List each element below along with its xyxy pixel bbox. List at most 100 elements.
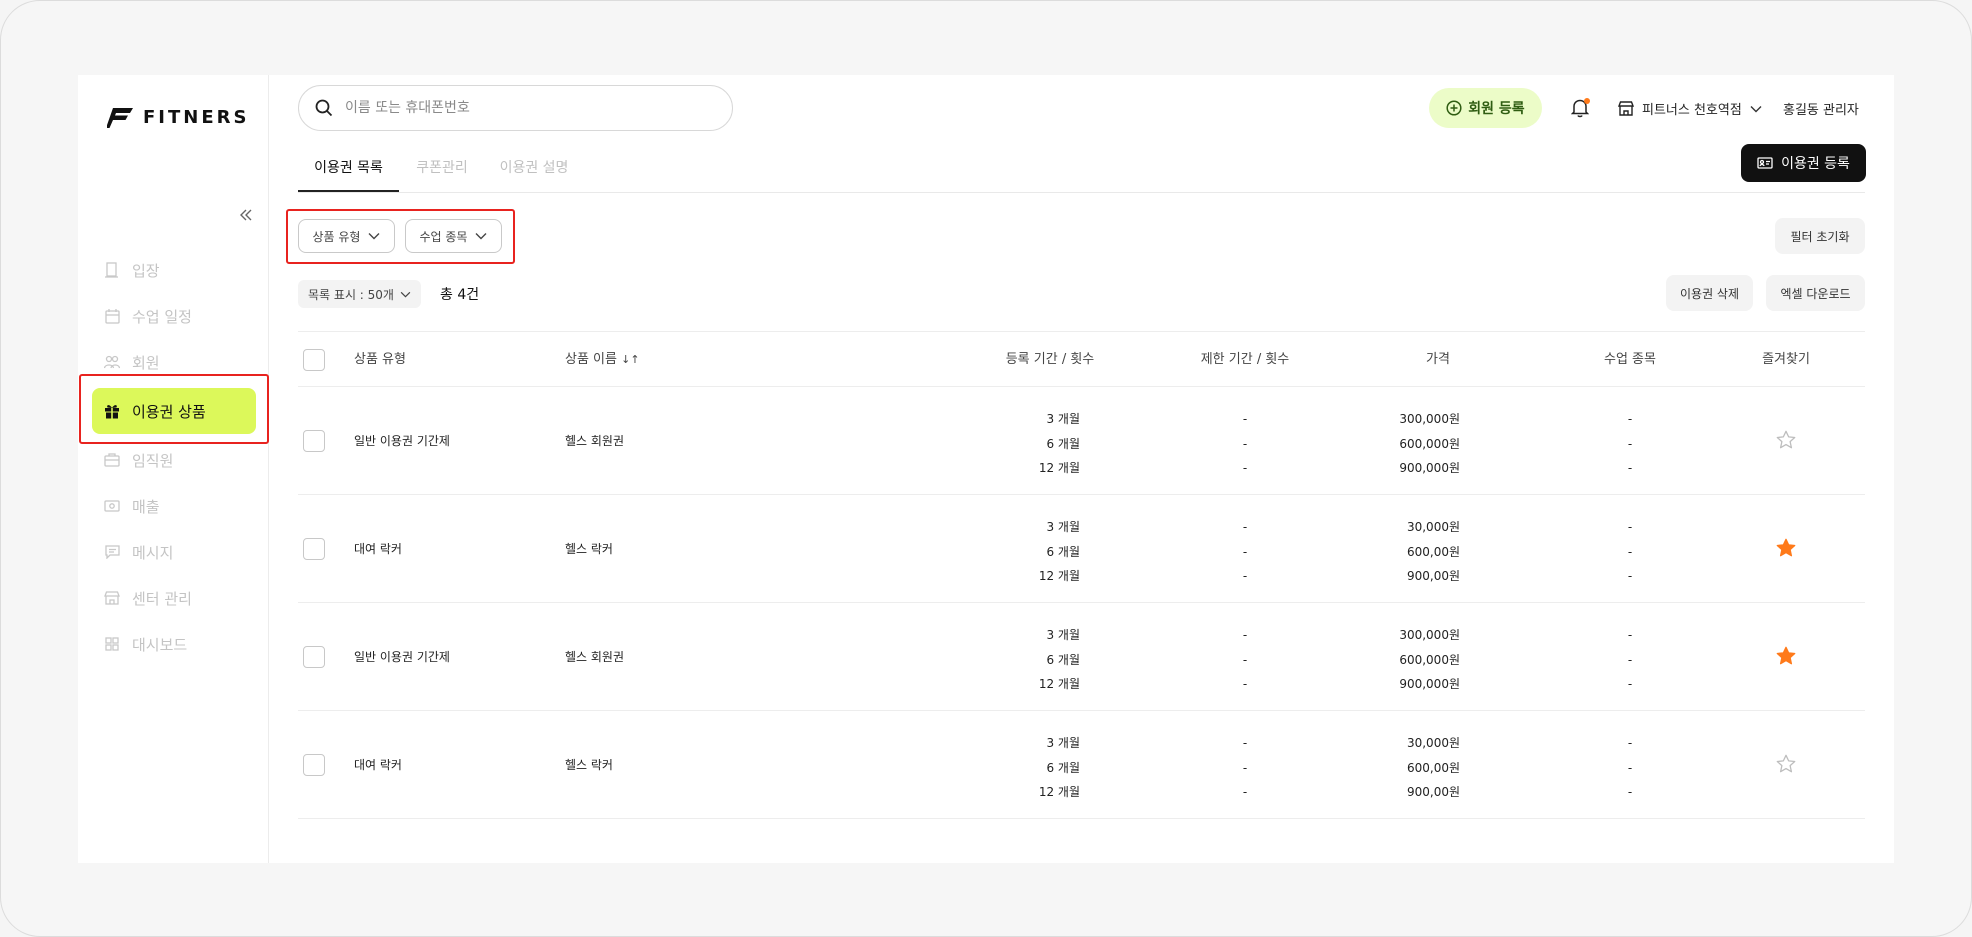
notification-button[interactable] xyxy=(1570,98,1591,118)
cell-class-type-line: - xyxy=(1627,628,1633,642)
register-member-button[interactable]: 회원 등록 xyxy=(1429,88,1542,128)
notification-dot xyxy=(1584,98,1590,104)
star-outline-icon[interactable] xyxy=(1775,429,1797,451)
select-all-checkbox[interactable] xyxy=(303,349,325,371)
cash-icon xyxy=(104,498,120,514)
sidebar-item-label: 메시지 xyxy=(132,543,174,562)
cell-period: 3 개월 6 개월 12 개월 xyxy=(998,515,1080,589)
cell-period-line: 6 개월 xyxy=(1046,652,1080,667)
table-row[interactable]: 일반 이용권 기간제 헬스 회원권 3 개월 6 개월 12 개월 - - - 300,000원… xyxy=(298,603,1865,711)
collapse-sidebar-button[interactable] xyxy=(236,207,256,227)
sidebar-item-label: 입장 xyxy=(132,261,160,280)
users-icon xyxy=(104,354,120,370)
cell-limit-line: - xyxy=(1242,760,1248,775)
table-row[interactable]: 대여 락커 헬스 락커 3 개월 6 개월 12 개월 - - - 30,000원 600,00원… xyxy=(298,711,1865,819)
cell-product-type: 대여 락커 xyxy=(354,542,402,556)
sidebar-item-messages[interactable]: 메시지 xyxy=(92,532,256,572)
cell-price-line: 600,00원 xyxy=(1406,760,1460,775)
register-ticket-button[interactable]: 이용권 등록 xyxy=(1741,144,1866,182)
excel-download-button[interactable]: 엑셀 다운로드 xyxy=(1766,275,1865,311)
cell-period: 3 개월 6 개월 12 개월 xyxy=(998,731,1080,805)
header-class-type: 수업 종목 xyxy=(1604,352,1656,367)
cell-class-type-line: - xyxy=(1627,520,1633,534)
table-row[interactable]: 일반 이용권 기간제 헬스 회원권 3 개월 6 개월 12 개월 - - - 300,000원… xyxy=(298,387,1865,495)
list-size-selector[interactable]: 목록 표시 : 50개 xyxy=(298,280,421,308)
sidebar-item-label: 회원 xyxy=(132,353,160,372)
cell-product-name: 헬스 락커 xyxy=(565,542,613,556)
cell-period: 3 개월 6 개월 12 개월 xyxy=(998,623,1080,697)
sidebar-item-dashboard[interactable]: 대시보드 xyxy=(92,624,256,664)
cell-period-line: 6 개월 xyxy=(1046,544,1080,559)
search-icon xyxy=(315,99,333,117)
cell-price-line: 900,00원 xyxy=(1406,785,1460,799)
cell-limit-line: - xyxy=(1242,461,1248,475)
cell-class-type: - - - xyxy=(1600,407,1660,481)
tab-ticket-list[interactable]: 이용권 목록 xyxy=(298,145,399,192)
header-price: 가격 xyxy=(1426,352,1450,367)
cell-limit: - - - xyxy=(1215,515,1275,589)
delete-ticket-button[interactable]: 이용권 삭제 xyxy=(1666,275,1753,311)
cell-class-type-line: - xyxy=(1627,736,1633,750)
row-checkbox[interactable] xyxy=(303,538,325,560)
sidebar-item-center-management[interactable]: 센터 관리 xyxy=(92,578,256,618)
row-checkbox[interactable] xyxy=(303,646,325,668)
sidebar-item-label: 임직원 xyxy=(132,451,174,470)
row-checkbox[interactable] xyxy=(303,754,325,776)
sidebar-item-label: 대시보드 xyxy=(132,635,188,654)
admin-profile[interactable]: 홍길동 관리자 xyxy=(1783,99,1859,118)
tab-coupon-management[interactable]: 쿠폰관리 xyxy=(405,145,479,192)
cell-price-line: 30,000원 xyxy=(1406,520,1460,534)
table-header: 상품 유형 상품 이름 ↓↑ 등록 기간 / 횟수 제한 기간 / 횟수 가격 … xyxy=(298,331,1865,387)
star-filled-icon[interactable] xyxy=(1775,645,1797,667)
register-ticket-label: 이용권 등록 xyxy=(1781,156,1850,172)
header-product-name[interactable]: 상품 이름 ↓↑ xyxy=(565,332,640,388)
cell-period-line: 3 개월 xyxy=(1046,736,1080,750)
cell-product-name: 헬스 회원권 xyxy=(565,434,625,448)
cell-price-line: 900,000원 xyxy=(1399,677,1460,691)
cell-period-line: 12 개월 xyxy=(1038,677,1080,691)
cell-class-type-line: - xyxy=(1627,677,1633,691)
app-window: FITNERS 입장 수업 일정 회원 이용권 상품 임직원 매출 메시지 센터… xyxy=(78,75,1894,863)
star-outline-icon[interactable] xyxy=(1775,753,1797,775)
cell-product-name: 헬스 회원권 xyxy=(565,650,625,664)
row-checkbox[interactable] xyxy=(303,430,325,452)
cell-price-line: 600,000원 xyxy=(1399,652,1460,667)
reset-filter-button[interactable]: 필터 초기화 xyxy=(1775,218,1865,254)
store-selector[interactable]: 피트너스 천호역점 xyxy=(1618,99,1762,118)
cell-limit-line: - xyxy=(1242,569,1248,583)
search-bar[interactable] xyxy=(298,85,733,131)
tab-ticket-description[interactable]: 이용권 설명 xyxy=(492,145,576,192)
sidebar: FITNERS 입장 수업 일정 회원 이용권 상품 임직원 매출 메시지 센터… xyxy=(78,75,269,863)
product-type-filter[interactable]: 상품 유형 xyxy=(298,219,395,253)
sidebar-item-sales[interactable]: 매출 xyxy=(92,486,256,526)
sidebar-item-entry[interactable]: 입장 xyxy=(92,250,256,290)
star-filled-icon[interactable] xyxy=(1775,537,1797,559)
plus-circle-icon xyxy=(1446,100,1462,116)
header-limit: 제한 기간 / 횟수 xyxy=(1200,352,1290,367)
cell-class-type: - - - xyxy=(1600,731,1660,805)
sidebar-item-label: 수업 일정 xyxy=(132,307,192,326)
cell-limit: - - - xyxy=(1215,407,1275,481)
cell-class-type-line: - xyxy=(1627,785,1633,799)
cell-class-type-line: - xyxy=(1627,544,1633,559)
sidebar-item-class-schedule[interactable]: 수업 일정 xyxy=(92,296,256,336)
class-type-filter-label: 수업 종목 xyxy=(419,229,468,244)
grid-icon xyxy=(104,636,120,652)
sidebar-item-staff[interactable]: 임직원 xyxy=(92,440,256,480)
header-product-type: 상품 유형 xyxy=(354,352,406,367)
cell-limit: - - - xyxy=(1215,623,1275,697)
cell-period-line: 3 개월 xyxy=(1046,412,1080,426)
brand-logo[interactable]: FITNERS xyxy=(107,107,249,128)
table-row[interactable]: 대여 락커 헬스 락커 3 개월 6 개월 12 개월 - - - 30,000원 600,00원… xyxy=(298,495,1865,603)
search-input[interactable] xyxy=(345,100,705,116)
cell-class-type-line: - xyxy=(1627,652,1633,667)
cell-product-name: 헬스 락커 xyxy=(565,758,613,772)
class-type-filter[interactable]: 수업 종목 xyxy=(405,219,502,253)
cell-limit-line: - xyxy=(1242,785,1248,799)
store-icon xyxy=(1618,101,1634,116)
sidebar-item-label: 매출 xyxy=(132,497,160,516)
cell-price-line: 900,00원 xyxy=(1406,569,1460,583)
cell-price-line: 600,00원 xyxy=(1406,544,1460,559)
message-icon xyxy=(104,544,120,560)
store-icon xyxy=(104,590,120,606)
